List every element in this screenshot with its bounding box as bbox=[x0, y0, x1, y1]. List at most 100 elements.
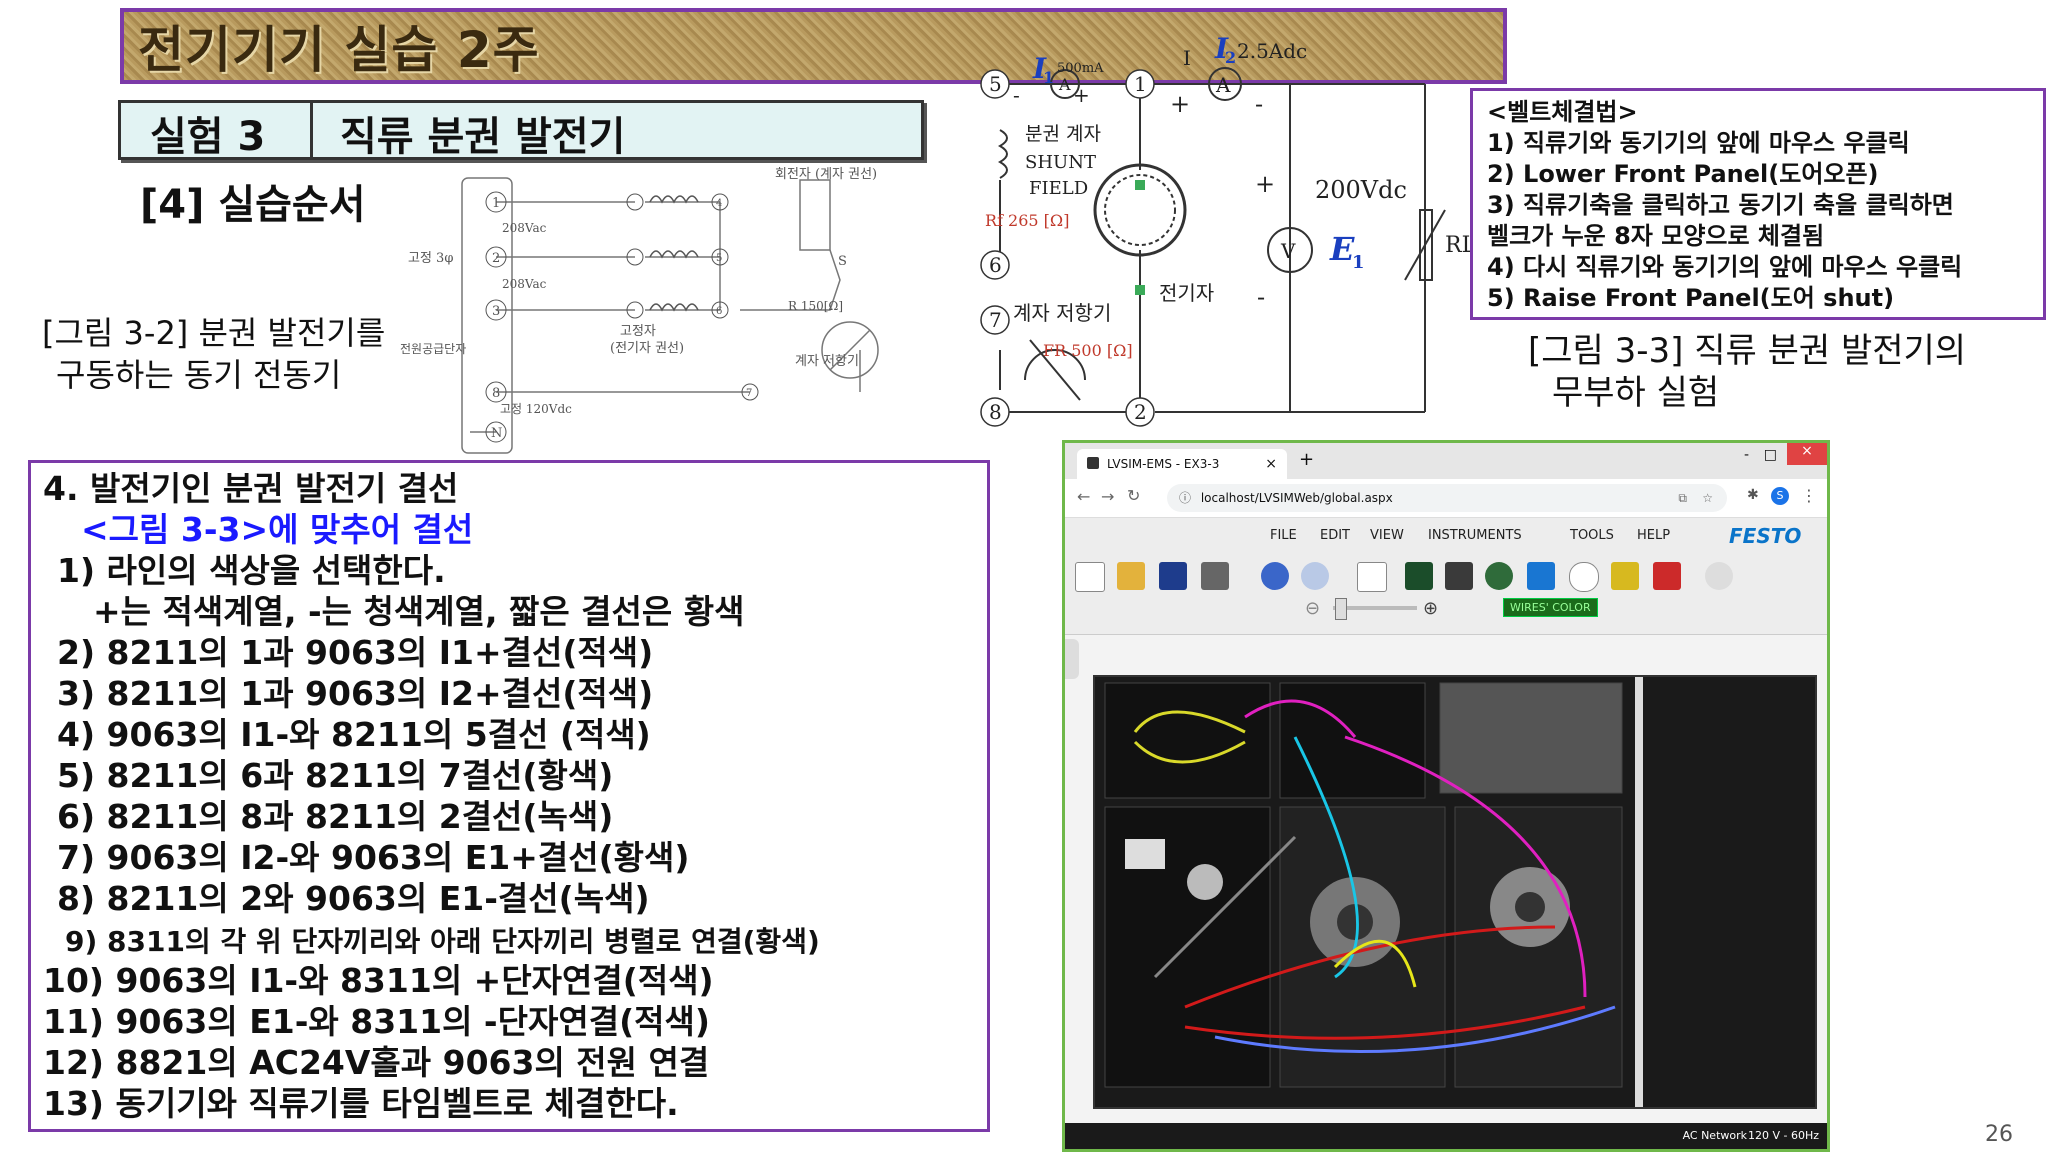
term-3: 3 bbox=[492, 304, 500, 319]
back-arrow-icon[interactable]: ← bbox=[1077, 487, 1090, 506]
tab-title: LVSIM-EMS - EX3-3 bbox=[1107, 457, 1220, 471]
fig33-term-8: 8 bbox=[989, 400, 1002, 424]
wiring-line-4: 4) 9063의 I1-와 8211의 5결선 (적색) bbox=[57, 715, 651, 754]
armature-label: 전기자 bbox=[1159, 281, 1214, 305]
zoom-in-icon[interactable]: ⊕ bbox=[1423, 598, 1438, 619]
oscilloscope-icon[interactable] bbox=[1405, 562, 1433, 590]
wiring-subheading: <그림 3-3>에 맞추어 결선 bbox=[81, 510, 474, 549]
browser-tab[interactable]: LVSIM-EMS - EX3-3 × bbox=[1077, 449, 1287, 479]
tab-strip: LVSIM-EMS - EX3-3 × + - □ × bbox=[1065, 443, 1827, 479]
armature-symbol bbox=[1093, 163, 1187, 257]
menu-tools[interactable]: TOOLS bbox=[1570, 528, 1614, 543]
forward-arrow-icon[interactable]: → bbox=[1101, 487, 1114, 506]
clock-icon[interactable] bbox=[1569, 562, 1599, 592]
belt-step-4: 4) 다시 직류기와 동기기의 앞에 마우스 우클릭 bbox=[1487, 253, 1963, 281]
window-close-button[interactable]: × bbox=[1787, 443, 1827, 465]
open-folder-icon[interactable] bbox=[1117, 562, 1145, 590]
zoom-out-icon[interactable]: ⊖ bbox=[1305, 598, 1320, 619]
browser-window: LVSIM-EMS - EX3-3 × + - □ × ← → ↻ ⓘ loca… bbox=[1062, 440, 1830, 1152]
voltmeter-symbol: V bbox=[1280, 239, 1296, 263]
term-2: 2 bbox=[492, 251, 500, 266]
rotor-label: 회전자 (계자 권선) bbox=[775, 167, 877, 182]
belt-step-3: 3) 직류기축을 클릭하고 동기기 축을 클릭하면 bbox=[1487, 191, 1954, 219]
experiment-name: 직류 분권 발전기 bbox=[340, 114, 626, 160]
reload-icon[interactable]: ↻ bbox=[1127, 486, 1140, 505]
page-number: 26 bbox=[1985, 1122, 2013, 1147]
figure-3-2-caption: [그림 3-2] 분권 발전기를 구동하는 동기 전동기 bbox=[42, 312, 385, 396]
favicon-icon bbox=[1087, 457, 1099, 469]
field-rheostat-label: 계자 저항기 bbox=[795, 354, 859, 369]
menu-instruments[interactable]: INSTRUMENTS bbox=[1428, 528, 1522, 543]
shunt-field-label-2: SHUNT bbox=[1025, 152, 1096, 173]
rotor-coil bbox=[799, 179, 831, 251]
supply-label: 전원공급단자 bbox=[400, 342, 466, 356]
shunt-field-label-3: FIELD bbox=[1029, 178, 1088, 199]
info-icon: ⓘ bbox=[1179, 491, 1192, 505]
simulation-workspace[interactable] bbox=[1093, 675, 1817, 1109]
translate-icon[interactable]: ⧉ bbox=[1678, 484, 1687, 512]
window-maximize-button[interactable]: □ bbox=[1764, 447, 1777, 463]
wiring-line-5: 5) 8211의 6과 8211의 7결선(황색) bbox=[57, 756, 614, 795]
new-tab-button[interactable]: + bbox=[1299, 449, 1314, 470]
bookmark-star-icon[interactable]: ☆ bbox=[1702, 484, 1713, 512]
wiring-line-12: 12) 8821의 AC24V홀과 9063의 전원 연결 bbox=[43, 1043, 710, 1082]
step-title: [4] 실습순서 bbox=[140, 182, 366, 228]
r150-label: R 150[Ω] bbox=[788, 299, 843, 313]
i1-minus: - bbox=[1013, 83, 1020, 107]
control-icon[interactable] bbox=[1653, 562, 1681, 590]
wiring-heading: 4. 발전기인 분권 발전기 결선 bbox=[43, 469, 459, 508]
phasor-icon[interactable] bbox=[1445, 562, 1473, 590]
rf-label: Rf 265 [Ω] bbox=[985, 211, 1069, 230]
belt-step-1: 1) 직류기와 동기기의 앞에 마우스 우클릭 bbox=[1487, 129, 1910, 157]
menu-help[interactable]: HELP bbox=[1637, 528, 1670, 543]
workspace-equipment bbox=[1104, 677, 1643, 1107]
undo-icon[interactable] bbox=[1261, 562, 1289, 590]
multimeter-icon[interactable] bbox=[1611, 562, 1639, 590]
wiring-instructions: 4. 발전기인 분권 발전기 결선 <그림 3-3>에 맞추어 결선 1) 라인… bbox=[28, 460, 990, 1132]
save-icon[interactable] bbox=[1159, 562, 1187, 590]
belt-instructions: <벨트체결법> 1) 직류기와 동기기의 앞에 마우스 우클릭 2) Lower… bbox=[1470, 88, 2046, 320]
festo-logo: FESTO bbox=[1729, 524, 1802, 548]
synchronous-motor-module[interactable] bbox=[1454, 806, 1623, 1088]
menu-edit[interactable]: EDIT bbox=[1320, 528, 1350, 543]
v120-label: 고정 120Vdc bbox=[500, 402, 572, 416]
wiring-line-7: 7) 9063의 I2-와 9063의 E1+결선(황색) bbox=[57, 838, 690, 877]
zoom-slider-handle[interactable] bbox=[1335, 598, 1347, 620]
resistive-load-module[interactable] bbox=[1104, 682, 1271, 799]
term-6: 6 bbox=[716, 306, 722, 317]
i2-plus: + bbox=[1170, 90, 1190, 118]
window-minimize-button[interactable]: - bbox=[1744, 447, 1749, 463]
v200-label: 200Vdc bbox=[1315, 176, 1407, 204]
profile-avatar[interactable]: S bbox=[1771, 487, 1789, 505]
i1-value: 500mA bbox=[1057, 61, 1104, 76]
meter-icon[interactable] bbox=[1485, 562, 1513, 590]
menu-view[interactable]: VIEW bbox=[1370, 528, 1404, 543]
v208-label-a: 208Vac bbox=[502, 221, 547, 235]
belt-title: <벨트체결법> bbox=[1487, 98, 1638, 126]
term-7: 7 bbox=[746, 388, 752, 399]
menu-file[interactable]: FILE bbox=[1270, 528, 1297, 543]
belt-step-3-cont: 벨크가 누운 8자 모양으로 체결됨 bbox=[1487, 222, 1825, 250]
settings-icon[interactable] bbox=[1705, 562, 1733, 590]
new-file-icon[interactable] bbox=[1075, 562, 1105, 592]
wiring-line-6: 6) 8211의 8과 8211의 2결선(녹색) bbox=[57, 797, 614, 836]
browser-menu-icon[interactable]: ⋮ bbox=[1801, 486, 1817, 505]
redo-icon[interactable] bbox=[1301, 562, 1329, 590]
tab-close-icon[interactable]: × bbox=[1265, 449, 1277, 479]
url-input[interactable]: ⓘ localhost/LVSIMWeb/global.aspx ☆ ⧉ bbox=[1167, 484, 1727, 512]
harmonic-analyzer-icon[interactable] bbox=[1527, 562, 1555, 590]
workspace-scrollbar[interactable] bbox=[1635, 677, 1643, 1107]
print-icon[interactable] bbox=[1201, 562, 1229, 590]
experiment-number: 실험 3 bbox=[150, 114, 266, 160]
status-bar: AC Network 120 V - 60Hz bbox=[1065, 1123, 1827, 1149]
extensions-icon[interactable]: ✱ bbox=[1747, 487, 1759, 503]
i2-subscript: 2 bbox=[1225, 48, 1236, 67]
shunt-field-label-1: 분권 계자 bbox=[1025, 123, 1101, 145]
wires-color-button[interactable]: WIRES' COLOR bbox=[1503, 598, 1598, 617]
table-icon[interactable] bbox=[1357, 562, 1387, 592]
figure-3-2-diagram: 1 2 3 8 N 4 5 6 7 회전자 (계자 권선) 고정 3φ 208V… bbox=[400, 167, 879, 454]
page-title: 전기기기 실습 2주 bbox=[138, 21, 540, 79]
side-panel-toggle[interactable] bbox=[1065, 639, 1079, 679]
term-5: 5 bbox=[716, 253, 722, 264]
ammeter-i1-symbol: A bbox=[1058, 75, 1071, 94]
